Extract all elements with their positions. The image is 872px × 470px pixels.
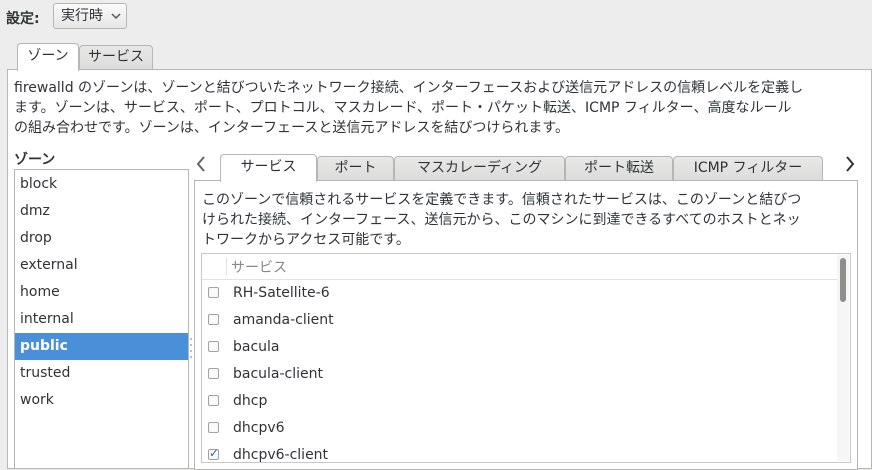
service-checkbox[interactable]	[208, 422, 219, 433]
zone-item-external[interactable]: external	[15, 252, 188, 279]
tab-services-sub[interactable]: サービス	[220, 154, 317, 182]
service-name: dhcp	[233, 393, 268, 409]
service-row[interactable]: RH-Satellite-6	[202, 280, 838, 307]
services-scrollbar[interactable]	[837, 255, 849, 461]
service-name: bacula	[233, 339, 280, 355]
chevron-down-icon	[111, 4, 121, 37]
tab-icmp-filter[interactable]: ICMP フィルター	[673, 156, 823, 180]
service-checkbox[interactable]	[208, 395, 219, 406]
zone-item-work[interactable]: work	[15, 387, 188, 414]
chevron-left-icon[interactable]	[195, 154, 207, 179]
service-row[interactable]: amanda-client	[202, 307, 838, 334]
tab-services[interactable]: サービス	[79, 45, 153, 69]
services-list: サービス RH-Satellite-6 amanda-client bacula…	[201, 253, 851, 463]
zone-item-drop[interactable]: drop	[15, 225, 188, 252]
service-row[interactable]: bacula	[202, 334, 838, 361]
service-name: dhcpv6-client	[233, 447, 329, 463]
zones-title: ゾーン	[14, 152, 56, 168]
tab-port-forwarding[interactable]: ポート転送	[565, 156, 673, 180]
tab-ports[interactable]: ポート	[317, 156, 394, 180]
zone-item-dmz[interactable]: dmz	[15, 198, 188, 225]
services-description-line: このゾーンで信頼されるサービスを定義できます。信頼されたサービスは、このゾーンと…	[202, 192, 802, 208]
zone-description-line: firewalld のゾーンは、ゾーンと結びついたネットワーク接続、インターフェ…	[14, 80, 804, 96]
column-divider	[226, 258, 227, 275]
service-checkbox[interactable]	[208, 287, 219, 298]
zone-description-line: ます。ゾーンは、サービス、ポート、プロトコル、マスカレード、ポート・パケット転送…	[14, 100, 792, 116]
tab-masquerading[interactable]: マスカレーディング	[394, 156, 565, 180]
pane-resize-handle[interactable]	[189, 336, 193, 360]
zone-description: firewalld のゾーンは、ゾーンと結びついたネットワーク接続、インターフェ…	[14, 78, 803, 138]
services-header-label: サービス	[231, 260, 287, 276]
scrollbar-thumb[interactable]	[840, 258, 846, 302]
services-column-header[interactable]: サービス	[202, 254, 838, 280]
chevron-right-icon[interactable]	[844, 154, 856, 179]
service-name: bacula-client	[233, 366, 324, 382]
services-description-line: けられた接続、インターフェース、送信元から、このマシンに到達できるすべてのホスト…	[202, 212, 801, 228]
service-name: dhcpv6	[233, 420, 285, 436]
config-label: 設定:	[6, 11, 40, 27]
config-selected-value: 実行時	[61, 8, 103, 24]
zone-item-home[interactable]: home	[15, 279, 188, 306]
service-row[interactable]: dhcp	[202, 388, 838, 415]
service-checkbox-checked[interactable]	[208, 446, 219, 460]
service-name: RH-Satellite-6	[233, 285, 330, 301]
service-row[interactable]: dhcpv6	[202, 415, 838, 442]
zone-item-public[interactable]: public	[15, 333, 188, 360]
services-description-line: トワークからアクセス可能です。	[202, 232, 410, 248]
service-checkbox[interactable]	[208, 314, 219, 325]
zone-item-block[interactable]: block	[15, 171, 188, 198]
zone-item-internal[interactable]: internal	[15, 306, 188, 333]
zone-item-trusted[interactable]: trusted	[15, 360, 188, 387]
service-name: amanda-client	[233, 312, 334, 328]
service-row[interactable]: dhcpv6-client	[202, 442, 838, 463]
config-select[interactable]: 実行時	[53, 3, 127, 29]
zone-list: block dmz drop external home internal pu…	[14, 169, 189, 469]
services-description: このゾーンで信頼されるサービスを定義できます。信頼されたサービスは、このゾーンと…	[202, 190, 801, 250]
service-checkbox[interactable]	[208, 341, 219, 352]
service-checkbox[interactable]	[208, 368, 219, 379]
service-row[interactable]: bacula-client	[202, 361, 838, 388]
tab-zones[interactable]: ゾーン	[17, 43, 79, 71]
zone-description-line: の組み合わせです。ゾーンは、インターフェースと送信元アドレスを結びつけられます。	[14, 120, 569, 136]
